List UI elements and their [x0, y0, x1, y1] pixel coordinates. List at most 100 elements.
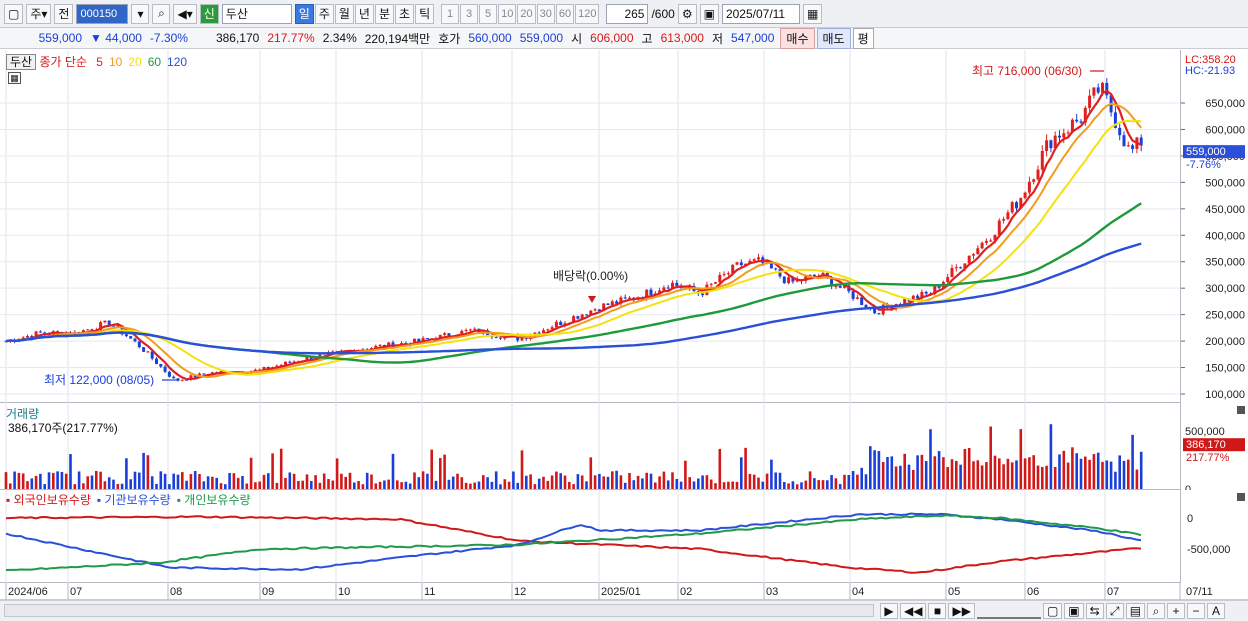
- name-tag[interactable]: 두산: [6, 54, 37, 70]
- tool-icon-2[interactable]: ▣: [1064, 603, 1084, 619]
- volume-bar: [942, 457, 945, 489]
- volume-bar: [1006, 458, 1010, 489]
- candle-body: [124, 334, 128, 337]
- volume-bar: [249, 457, 253, 489]
- tool-icon-3[interactable]: ⇆: [1085, 603, 1104, 619]
- holding-axis: 0 -500,000: [1180, 490, 1248, 583]
- period-tab-0[interactable]: 일: [294, 3, 314, 24]
- volume-bar: [1019, 429, 1023, 489]
- period-tab-1[interactable]: 주: [314, 3, 334, 24]
- current-price: 559,000: [38, 31, 82, 45]
- stock-name-field[interactable]: 두산: [221, 3, 292, 24]
- period-tab-6[interactable]: 틱: [415, 3, 435, 24]
- volume-bar: [688, 477, 691, 489]
- average-button[interactable]: 평: [852, 27, 874, 49]
- prev-button[interactable]: 전: [54, 3, 74, 24]
- volume-bar: [1118, 455, 1121, 489]
- minute-tab-3[interactable]: 3: [460, 3, 479, 24]
- save-icon[interactable]: ▣: [699, 3, 719, 24]
- stock-code-input[interactable]: 000150: [76, 3, 129, 24]
- low-note: 최저 122,000 (08/05): [44, 373, 154, 387]
- candle-body: [1023, 192, 1027, 199]
- minute-tab-20[interactable]: 20: [517, 3, 536, 24]
- open-label: 시: [571, 31, 583, 46]
- candle-body: [1131, 145, 1135, 149]
- volume-bar: [946, 467, 949, 489]
- candle-body: [1122, 135, 1126, 147]
- price-pane[interactable]: 최고 716,000 (06/30) 최저 122,000 (08/05) 배당락(…: [0, 50, 1180, 403]
- volume-bar: [159, 471, 163, 489]
- volume-bar: [1127, 459, 1130, 489]
- candle-body: [1027, 181, 1031, 193]
- candle-body: [873, 308, 877, 314]
- volume-bar: [533, 484, 537, 489]
- candle-body: [675, 282, 679, 286]
- minute-tab-5[interactable]: 5: [479, 3, 498, 24]
- volume-bar: [486, 477, 489, 489]
- period-tab-3[interactable]: 년: [354, 3, 374, 24]
- candle-body: [838, 286, 842, 288]
- candle-body: [443, 333, 447, 335]
- volume-bar: [56, 471, 59, 489]
- candle-body: [774, 268, 778, 270]
- volume-bar: [826, 480, 829, 489]
- volume-bar: [1088, 459, 1091, 489]
- minute-tab-120[interactable]: 120: [575, 3, 600, 24]
- volume-bar: [426, 473, 429, 489]
- zoom-in-icon[interactable]: +: [1167, 603, 1186, 619]
- scroll-track[interactable]: [4, 604, 874, 617]
- tool-icon-5[interactable]: ▤: [1125, 603, 1146, 619]
- window-icon[interactable]: ▢: [4, 3, 24, 24]
- next-icon[interactable]: ▶: [880, 603, 898, 619]
- minute-tab-10[interactable]: 10: [498, 3, 517, 24]
- date-input[interactable]: 2025/07/11: [721, 3, 800, 24]
- buy-button[interactable]: 매수: [780, 27, 815, 49]
- sell-button[interactable]: 매도: [816, 27, 851, 49]
- volume-bar: [1032, 455, 1035, 489]
- market-select[interactable]: 주 ▾: [26, 3, 52, 24]
- tool-icon-4[interactable]: ⤢: [1105, 603, 1124, 619]
- fast-forward-icon[interactable]: ▶▶: [948, 603, 975, 619]
- bar-count-input[interactable]: 265: [606, 3, 649, 24]
- minute-tab-60[interactable]: 60: [555, 3, 575, 24]
- volume-bar: [322, 473, 326, 489]
- candle-body: [967, 255, 971, 264]
- volume-bar: [1071, 447, 1074, 489]
- volume-bar: [473, 482, 476, 489]
- volume-bar: [39, 473, 42, 489]
- candle-body: [103, 320, 107, 323]
- volume-bar: [563, 475, 567, 489]
- volume-bar: [1101, 461, 1104, 489]
- calendar-icon[interactable]: ▦: [802, 3, 823, 24]
- period-tab-5[interactable]: 초: [395, 3, 415, 24]
- volume-bar: [13, 471, 16, 489]
- volume-bar: [903, 453, 906, 489]
- minute-tab-30[interactable]: 30: [536, 3, 555, 24]
- holding-pane[interactable]: ▪ 외국인보유수량 ▪ 기관보유수량 ▪ 개인보유수량: [0, 490, 1180, 583]
- candle-body: [980, 242, 984, 249]
- volume-bar: [795, 484, 799, 489]
- candle-body: [1006, 212, 1010, 220]
- tool-icon-6[interactable]: ⌕: [1147, 603, 1166, 619]
- price-axis-chart: LC:358.20HC:-21.93650,000600,000550,0005…: [1181, 54, 1245, 401]
- zoom-out-icon[interactable]: −: [1187, 603, 1206, 619]
- volume-bar: [443, 454, 446, 489]
- period-tab-2[interactable]: 월: [334, 3, 354, 24]
- zoom-slider[interactable]: [976, 603, 1041, 619]
- grid-toggle-icon[interactable]: ▦: [8, 72, 21, 84]
- volume-pane[interactable]: 거래량 386,170주(217.77%): [0, 403, 1180, 490]
- rewind-icon[interactable]: ◀◀: [900, 603, 927, 619]
- dropdown-icon[interactable]: ▾: [131, 3, 150, 24]
- tool-icon-1[interactable]: ▢: [1042, 603, 1063, 619]
- search-icon[interactable]: ⌕: [152, 3, 171, 24]
- volume-bar: [834, 478, 838, 489]
- speaker-icon[interactable]: ◀▾: [173, 3, 197, 24]
- chart-settings-icon[interactable]: ⚙: [677, 3, 697, 24]
- minute-tab-1[interactable]: 1: [441, 3, 460, 24]
- stop-icon[interactable]: ■: [928, 603, 947, 619]
- volume-bar: [254, 482, 257, 489]
- trade-amount: 220,194백만: [364, 31, 431, 46]
- volume-bar: [735, 481, 739, 489]
- font-icon[interactable]: A: [1207, 603, 1226, 619]
- period-tab-4[interactable]: 분: [374, 3, 395, 24]
